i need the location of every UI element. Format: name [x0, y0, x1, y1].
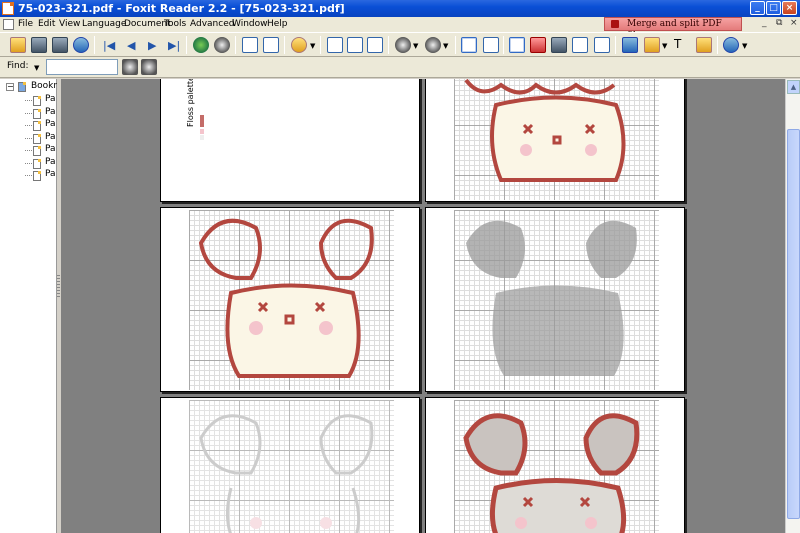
bunny-faint-pattern [199, 414, 374, 533]
bookmark-page-icon [33, 108, 41, 119]
continuous-view-icon[interactable] [461, 37, 477, 53]
prev-page-icon[interactable]: ◀ [127, 39, 135, 52]
pdf-page-3 [160, 207, 420, 392]
palette-swatch-pink [200, 129, 204, 134]
pdf-page-6 [425, 397, 685, 533]
pdf-tool-icon [611, 20, 619, 28]
menu-window[interactable]: Window [232, 19, 268, 29]
menu-advanced[interactable]: Advanced [190, 19, 234, 29]
vertical-scrollbar[interactable]: ▲ [785, 79, 800, 533]
bookmark-item[interactable]: Pa [45, 107, 56, 117]
zoom-in-icon[interactable] [425, 37, 441, 53]
main-toolbar: |◀ ◀ ▶ ▶| ▼ ▼ ▼ ▼ T ▼ [0, 32, 800, 57]
close-button[interactable]: × [782, 1, 797, 15]
email-icon[interactable] [73, 37, 89, 53]
zoom-out-icon[interactable] [395, 37, 411, 53]
bunny-gray-pattern [466, 220, 637, 376]
actual-size-icon[interactable] [327, 37, 343, 53]
pdf-page-4 [425, 207, 685, 392]
app-icon[interactable] [2, 2, 14, 15]
facing-view-icon[interactable] [483, 37, 499, 53]
bunny-red-pattern [464, 79, 626, 182]
bookmark-item[interactable]: Pa [45, 119, 56, 129]
document-icon[interactable] [3, 19, 14, 30]
pdf-page-5 [160, 397, 420, 533]
select-text-icon[interactable] [572, 37, 588, 53]
print-icon[interactable] [52, 37, 68, 53]
hand-tool-icon[interactable] [509, 37, 525, 53]
menu-language[interactable]: Language [82, 19, 126, 29]
note-icon[interactable] [696, 37, 712, 53]
palette-swatch-white [200, 135, 204, 140]
comment-tool-icon[interactable] [622, 37, 638, 53]
fit-page-icon[interactable] [347, 37, 363, 53]
bookmark-page-icon [33, 158, 41, 169]
maximize-button[interactable]: □ [766, 1, 781, 15]
zoom-tool-icon[interactable] [291, 37, 307, 53]
bookmark-item[interactable]: Pa [45, 157, 56, 167]
bookmark-item[interactable]: Pa [45, 94, 56, 104]
fit-width-icon[interactable] [367, 37, 383, 53]
merge-split-ad-banner[interactable]: Merge and split PDF files [604, 17, 742, 41]
title-bar[interactable]: 75-023-321.pdf - Foxit Reader 2.2 - [75-… [0, 0, 800, 17]
rotate-right-icon[interactable] [263, 37, 279, 53]
open-icon[interactable] [10, 37, 26, 53]
info-icon[interactable] [723, 37, 739, 53]
find-options-dropdown[interactable]: ▼ [34, 64, 39, 72]
collapse-toggle[interactable]: − [6, 83, 14, 91]
save-icon[interactable] [31, 37, 47, 53]
mdi-restore-button[interactable]: ⧉ [776, 18, 782, 28]
bunny-full-color-pattern [463, 413, 640, 533]
palette-swatch-red [200, 115, 204, 127]
bookmark-page-icon [33, 146, 41, 156]
bookmark-page-icon [33, 121, 41, 131]
minimize-button[interactable]: _ [750, 1, 765, 15]
menu-tools[interactable]: Tools [164, 19, 186, 29]
first-page-icon[interactable]: |◀ [103, 39, 115, 52]
menu-view[interactable]: View [59, 19, 80, 29]
find-toolbar: Find: ▼ [0, 57, 800, 78]
scroll-up-arrow[interactable]: ▲ [787, 80, 800, 94]
rotate-left-icon[interactable] [242, 37, 258, 53]
bookmark-item[interactable]: Pa [45, 169, 56, 179]
find-icon[interactable] [551, 37, 567, 53]
find-next-icon[interactable] [141, 59, 157, 75]
bookmark-item[interactable]: Pa [45, 144, 56, 154]
last-page-icon[interactable]: ▶| [168, 39, 180, 52]
menu-help[interactable]: Help [267, 19, 288, 29]
go-forward-icon[interactable] [214, 37, 230, 53]
select-image-icon[interactable] [594, 37, 610, 53]
find-label: Find: [7, 61, 29, 71]
bookmark-page-icon [33, 133, 41, 144]
bookmarks-panel: − Bookn Pa Pa Pa Pa Pa Pa Pa [0, 79, 59, 533]
snapshot-icon[interactable] [530, 37, 546, 53]
mdi-minimize-button[interactable]: _ [762, 18, 767, 28]
floss-palette-title: Floss palette [186, 79, 195, 127]
find-previous-icon[interactable] [122, 59, 138, 75]
bunny-outline-pattern [198, 218, 374, 378]
bookmark-item[interactable]: Pa [45, 132, 56, 142]
menu-file[interactable]: File [18, 19, 33, 29]
bookmark-root-label[interactable]: Bookn [31, 81, 59, 91]
mdi-close-button[interactable]: × [790, 18, 798, 28]
highlight-icon[interactable] [644, 37, 660, 53]
pdf-page-2 [425, 79, 685, 202]
pdf-page-1: Floss palette [160, 79, 420, 202]
window-title: 75-023-321.pdf - Foxit Reader 2.2 - [75-… [18, 2, 345, 15]
go-back-icon[interactable] [193, 37, 209, 53]
next-page-icon[interactable]: ▶ [148, 39, 156, 52]
menu-edit[interactable]: Edit [38, 19, 55, 29]
bookmark-page-icon [33, 171, 41, 181]
bookmark-root-icon [18, 82, 26, 92]
scroll-thumb[interactable] [787, 129, 800, 519]
document-viewer[interactable]: Floss palette [61, 79, 785, 533]
find-input[interactable] [46, 59, 118, 75]
bookmark-page-icon [33, 96, 41, 106]
typewriter-icon[interactable]: T [674, 37, 690, 53]
